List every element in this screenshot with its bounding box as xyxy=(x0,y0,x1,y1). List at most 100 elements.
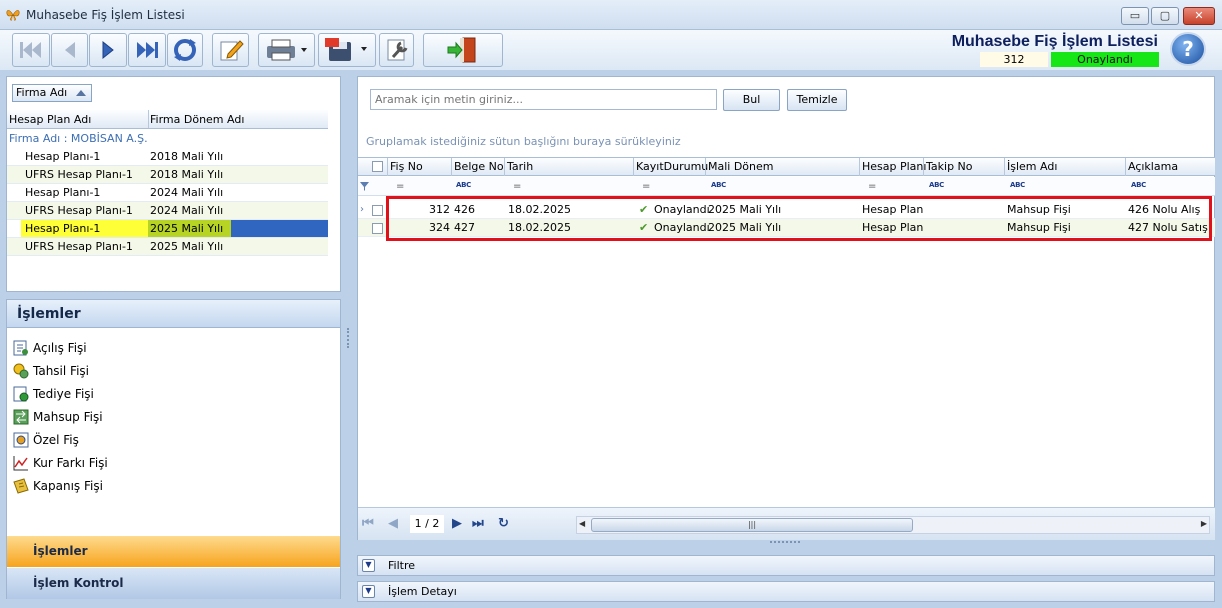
column-hesap-plani[interactable]: Hesap Planı xyxy=(862,160,926,173)
menu-item-label: Tahsil Fişi xyxy=(33,364,89,378)
column-islem-adi[interactable]: İşlem Adı xyxy=(1007,160,1057,173)
search-input[interactable] xyxy=(370,89,717,110)
filter-op-islem-adi[interactable]: ABC xyxy=(1010,181,1025,189)
islemler-panel-title: İşlemler xyxy=(7,300,340,328)
nav-islemler[interactable]: İşlemler xyxy=(7,536,340,567)
filter-op-tarih[interactable]: = xyxy=(513,181,521,192)
first-page-icon[interactable]: ⏮ xyxy=(362,516,374,531)
exit-button[interactable] xyxy=(423,33,503,67)
last-record-button[interactable] xyxy=(128,33,166,67)
filter-op-takip-no[interactable]: ABC xyxy=(929,181,944,189)
refresh-button[interactable] xyxy=(167,33,203,67)
column-tarih[interactable]: Tarih xyxy=(507,160,533,173)
plan-cell: Hesap Planı-1 xyxy=(25,150,101,163)
expand-chevron-icon[interactable]: ▼ xyxy=(362,585,375,598)
exchange-chart-icon xyxy=(13,456,28,471)
row-checkbox[interactable] xyxy=(372,223,383,234)
wrench-page-icon xyxy=(387,39,407,61)
last-page-icon[interactable]: ⏭ xyxy=(472,516,484,531)
filter-op-aciklama[interactable]: ABC xyxy=(1131,181,1146,189)
vertical-splitter[interactable] xyxy=(344,76,354,602)
menu-item-label: Açılış Fişi xyxy=(33,341,87,355)
settings-button[interactable] xyxy=(379,33,414,67)
close-button[interactable]: ✕ xyxy=(1183,7,1215,25)
horizontal-splitter-grip[interactable] xyxy=(770,541,800,547)
minimize-button[interactable]: ▭ xyxy=(1121,7,1149,25)
column-kayit-durumu[interactable]: KayıtDurumu xyxy=(636,160,708,173)
scroll-left-icon[interactable]: ◀ xyxy=(579,519,585,528)
column-divider xyxy=(633,158,634,176)
column-belge-no[interactable]: Belge No xyxy=(454,160,504,173)
title-bar: Muhasebe Fiş İşlem Listesi ▭ ▢ ✕ xyxy=(0,0,1222,30)
find-button[interactable]: Bul xyxy=(723,89,780,111)
column-divider xyxy=(923,158,924,176)
status-badge: Onaylandı xyxy=(1051,52,1159,67)
column-hesap-plan-adi[interactable]: Hesap Plan Adı xyxy=(9,113,91,126)
report-title: Muhasebe Fiş İşlem Listesi xyxy=(951,33,1158,50)
column-firma-donem-adi[interactable]: Firma Dönem Adı xyxy=(150,113,244,126)
clear-button[interactable]: Temizle xyxy=(787,89,847,111)
column-divider xyxy=(1125,158,1126,176)
column-aciklama[interactable]: Açıklama xyxy=(1128,160,1178,173)
nav-islem-kontrol[interactable]: İşlem Kontrol xyxy=(7,568,340,599)
column-divider xyxy=(387,158,388,176)
filter-op-belge-no[interactable]: ABC xyxy=(456,181,471,189)
table-row[interactable]: UFRS Hesap Planı-1 2025 Mali Yılı xyxy=(7,238,328,256)
scroll-right-icon[interactable]: ▶ xyxy=(1201,519,1207,528)
row-indicator-icon: › xyxy=(360,204,364,215)
group-panel-hint[interactable]: Gruplamak istediğiniz sütun başlığını bu… xyxy=(366,135,681,148)
column-divider xyxy=(148,110,149,128)
firma-group-row[interactable]: Firma Adı : MOBİSAN A.Ş. xyxy=(7,130,328,147)
menu-item-label: Mahsup Fişi xyxy=(33,410,103,424)
opening-voucher-icon xyxy=(13,340,28,356)
edit-icon xyxy=(220,40,244,61)
filter-bar-label: Filtre xyxy=(388,559,416,572)
filter-op-hesap-plani[interactable]: = xyxy=(868,181,876,192)
print-button[interactable] xyxy=(258,33,315,67)
column-mali-donem[interactable]: Mali Dönem xyxy=(708,160,774,173)
expand-chevron-icon[interactable]: ▼ xyxy=(362,559,375,572)
coins-icon xyxy=(13,363,29,379)
column-divider xyxy=(705,158,706,176)
table-row[interactable]: UFRS Hesap Planı-1 2024 Mali Yılı xyxy=(7,202,328,220)
select-all-checkbox[interactable] xyxy=(372,161,383,172)
prev-page-icon[interactable]: ◀ xyxy=(388,516,398,531)
column-takip-no[interactable]: Takip No xyxy=(926,160,973,173)
export-pdf-button[interactable] xyxy=(318,33,376,67)
help-button[interactable]: ? xyxy=(1170,32,1206,66)
filter-op-kayit-durumu[interactable]: = xyxy=(642,181,650,192)
edit-button[interactable] xyxy=(212,33,249,67)
donem-cell: 2025 Mali Yılı xyxy=(148,220,231,237)
butterfly-app-icon xyxy=(6,8,20,22)
next-page-icon[interactable]: ▶ xyxy=(452,516,462,531)
filter-bar[interactable]: ▼ Filtre xyxy=(357,555,1215,576)
auto-filter-row: = ABC = = ABC = ABC ABC ABC xyxy=(358,177,1215,196)
column-fis-no[interactable]: Fiş No xyxy=(390,160,423,173)
hesap-plan-header: Hesap Plan Adı Firma Dönem Adı xyxy=(7,110,328,129)
menu-item-label: Özel Fiş xyxy=(33,433,79,447)
table-row[interactable]: UFRS Hesap Planı-1 2018 Mali Yılı xyxy=(7,166,328,184)
table-row[interactable]: Hesap Planı-1 2018 Mali Yılı xyxy=(7,148,328,166)
horizontal-scrollbar[interactable]: ◀ ||| ▶ xyxy=(576,516,1210,534)
scrollbar-thumb[interactable]: ||| xyxy=(591,518,913,532)
group-by-firma-chip[interactable]: Firma Adı xyxy=(12,84,92,102)
reload-icon[interactable]: ↻ xyxy=(498,516,509,531)
fis-list-panel: Bul Temizle Gruplamak istediğiniz sütun … xyxy=(357,76,1215,540)
row-checkbox[interactable] xyxy=(372,205,383,216)
first-record-button[interactable] xyxy=(12,33,50,67)
donem-cell: 2025 Mali Yılı xyxy=(150,240,224,253)
maximize-button[interactable]: ▢ xyxy=(1151,7,1179,25)
table-row-selected[interactable]: Hesap Planı-1 2025 Mali Yılı xyxy=(7,220,328,238)
filter-op-mali-donem[interactable]: ABC xyxy=(711,181,726,189)
plan-cell: UFRS Hesap Planı-1 xyxy=(25,240,133,253)
selection-fill xyxy=(231,220,328,237)
donem-cell: 2024 Mali Yılı xyxy=(150,204,224,217)
previous-record-button[interactable] xyxy=(51,33,88,67)
next-record-button[interactable] xyxy=(89,33,127,67)
islemler-panel: İşlemler Açılış Fişi Tahsil Fişi Tediye … xyxy=(6,299,341,599)
table-row[interactable]: Hesap Planı-1 2024 Mali Yılı xyxy=(7,184,328,202)
column-divider xyxy=(859,158,860,176)
islem-detay-bar[interactable]: ▼ İşlem Detayı xyxy=(357,581,1215,602)
detail-bar-label: İşlem Detayı xyxy=(388,585,457,598)
filter-op-fis-no[interactable]: = xyxy=(396,181,404,192)
